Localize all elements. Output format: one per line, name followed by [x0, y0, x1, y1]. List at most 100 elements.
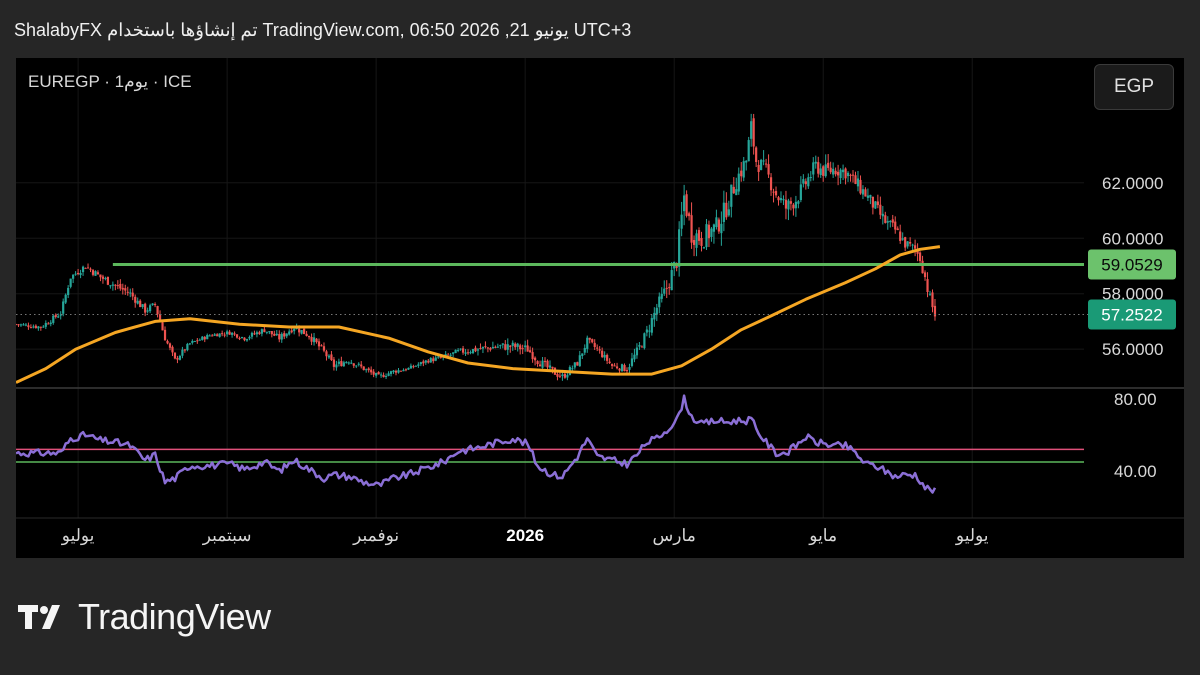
candle-body [203, 336, 206, 340]
candle-body [881, 213, 884, 217]
time-axis-tick-label: سبتمبر [202, 526, 252, 546]
candle-body [615, 366, 619, 369]
candle-body [459, 348, 462, 350]
candle-body [479, 348, 482, 350]
candle-body [384, 376, 388, 378]
candle-body [72, 274, 75, 279]
candle-body [695, 233, 698, 248]
candle-body [889, 221, 892, 223]
candle-body [499, 345, 502, 347]
candle-body [153, 304, 157, 306]
candle-body [208, 335, 211, 337]
candle-body [918, 252, 922, 261]
candle-body [832, 168, 835, 175]
candle-body [546, 360, 549, 368]
currency-button[interactable]: EGP [1094, 64, 1174, 110]
candle-body [156, 306, 159, 315]
candle-body [548, 365, 552, 368]
candle-body [389, 371, 393, 374]
candle-body [668, 287, 671, 289]
candle-body [37, 326, 40, 329]
candle-body [352, 363, 355, 366]
candle-body [67, 287, 70, 296]
candle-body [377, 372, 380, 375]
candle-body [725, 202, 728, 218]
candle-body [136, 300, 139, 304]
candle-body [427, 360, 430, 363]
candle-body [49, 322, 52, 324]
candle-body [586, 337, 589, 349]
candle-body [871, 196, 874, 208]
candle-body [404, 369, 408, 371]
candle-body [722, 202, 725, 223]
candle-body [692, 239, 696, 245]
chart-area[interactable]: 62.0000 60.0000 58.0000 56.0000 80.00 40.00 يو… [16, 58, 1184, 558]
symbol-label: EUREGP · يوم1 · ICE [28, 72, 192, 91]
candle-body [429, 358, 432, 363]
candle-body [260, 329, 263, 334]
candle-body [345, 362, 348, 364]
tradingview-logo[interactable]: TradingView [18, 596, 271, 638]
candle-body [69, 278, 72, 287]
candle-body [814, 161, 817, 164]
candle-body [874, 201, 877, 209]
candle-body [310, 337, 313, 342]
candle-body [141, 304, 144, 308]
candle-body [762, 160, 765, 162]
candle-body [365, 369, 368, 371]
candle-body [648, 330, 651, 332]
rsi-axis-tick-label: 80.00 [1114, 390, 1157, 409]
moving-average-line [16, 245, 941, 384]
candle-body [280, 333, 283, 340]
candle-body [653, 312, 656, 320]
candle-body [767, 164, 770, 175]
candle-body [466, 352, 470, 354]
candle-body [34, 325, 37, 329]
candle-body [620, 364, 624, 372]
candle-body [710, 228, 713, 237]
candle-body [317, 341, 321, 347]
candle-body [819, 168, 822, 176]
candle-body [581, 353, 584, 356]
candle-body [822, 166, 825, 176]
candle-body [573, 362, 576, 368]
candle-body [235, 334, 239, 338]
candle-body [380, 374, 383, 376]
candle-body [370, 369, 373, 373]
candle-body [270, 331, 273, 335]
candle-body [268, 331, 271, 333]
candle-body [258, 332, 261, 335]
time-axis-tick-label: يوليو [61, 526, 95, 546]
candle-body [769, 177, 773, 191]
candle-body [183, 349, 186, 351]
chart-svg[interactable]: 62.000060.000058.000056.000080.0040.00يو… [16, 58, 1184, 558]
candle-body [906, 241, 909, 247]
candle-body [250, 332, 254, 337]
candle-body [561, 374, 564, 377]
candle-body [191, 340, 194, 343]
candle-body [516, 343, 519, 347]
candle-body [879, 204, 882, 215]
candle-body [357, 363, 360, 365]
candle-body [134, 296, 137, 303]
candle-body [926, 279, 929, 293]
candle-body [799, 184, 802, 201]
candle-body [645, 329, 648, 333]
candle-body [846, 172, 850, 177]
candle-body [618, 368, 621, 371]
candle-body [253, 333, 256, 335]
candle-body [161, 322, 164, 331]
candle-body [387, 373, 390, 376]
candle-body [238, 338, 241, 340]
candle-body [854, 175, 857, 184]
candle-body [884, 215, 887, 223]
candle-body [124, 288, 127, 291]
candle-body [245, 339, 249, 341]
candle-body [303, 328, 306, 335]
candle-body [484, 346, 487, 348]
candle-body [106, 276, 109, 285]
candle-body [827, 162, 830, 168]
candle-body [216, 334, 219, 337]
candle-body [720, 223, 723, 234]
rsi-layer [16, 394, 1084, 494]
